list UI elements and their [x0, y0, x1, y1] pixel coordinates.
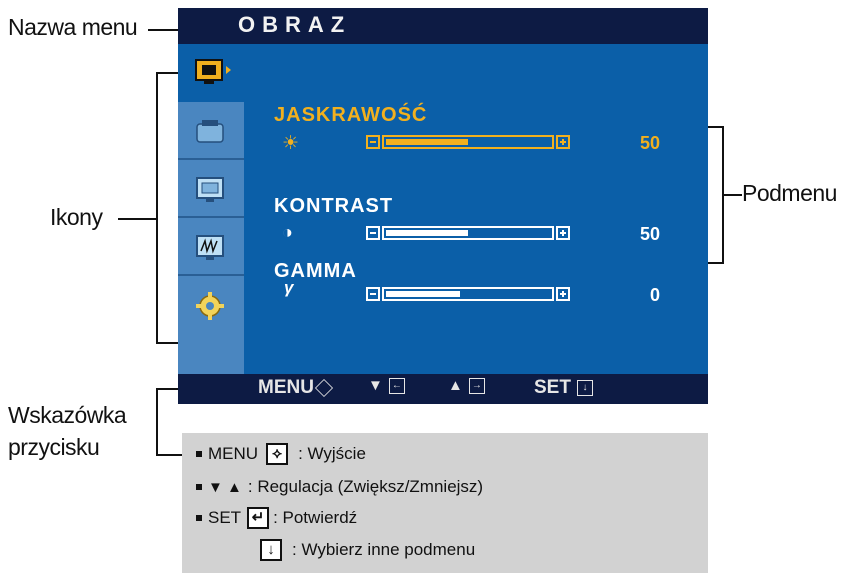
- contrast-icon: ◑: [282, 222, 293, 242]
- brightness-slider-fill: [386, 139, 468, 145]
- contrast-slider-fill: [386, 230, 468, 236]
- footer-down-arrow: ▼: [368, 377, 383, 394]
- down-arrow-box-icon: ↓: [576, 380, 593, 396]
- screen-position-icon[interactable]: [178, 160, 244, 218]
- bullet: [196, 451, 202, 457]
- brightness-value: 50: [639, 133, 660, 153]
- footer-set-hint: SET ↓: [534, 377, 593, 399]
- left-arrow-box-icon: ←: [388, 377, 405, 394]
- footer-up-hint: ▲ →: [448, 377, 485, 394]
- hint-adjust-keys: ▼ ▲: [208, 478, 242, 496]
- button-hint-label-line2: przycisku: [8, 434, 100, 460]
- bullet: [196, 484, 202, 490]
- contrast-value: 50: [639, 224, 660, 244]
- bullet: [196, 515, 202, 521]
- gamma-increase-icon: [556, 287, 570, 301]
- button-hint-label-line1: Wskazówka: [8, 402, 127, 428]
- gamma-slider-track: [382, 287, 554, 301]
- tracking-icon[interactable]: [178, 218, 244, 276]
- icons-bracket-top: [156, 72, 178, 74]
- hint-adjust-text: : Regulacja (Zwiększ/Zmniejsz): [247, 477, 484, 496]
- submenu-leader-line: [722, 194, 742, 196]
- icons-leader-line: [118, 218, 156, 220]
- button-hint-bracket-vertical: [156, 388, 158, 456]
- brightness-decrease-icon: [366, 135, 380, 149]
- hint-row-menu: MENU ⟡ : Wyjście: [196, 443, 366, 465]
- hint-row-set: SET ↵ : Potwierdź: [196, 507, 357, 529]
- footer-up-arrow: ▲: [448, 377, 463, 394]
- footer-menu-hint: MENU: [258, 377, 334, 399]
- submenu-title-contrast: KONTRAST: [274, 195, 394, 217]
- button-hint-bracket-top: [156, 388, 178, 390]
- exit-icon: [314, 378, 334, 398]
- osd-menu-title: OBRAZ: [238, 12, 352, 37]
- brightness-slider-track: [382, 135, 554, 149]
- hint-menu-text: : Wyjście: [298, 444, 366, 463]
- menu-name-label: Nazwa menu: [8, 14, 138, 40]
- osd-title-bar: OBRAZ: [178, 8, 708, 44]
- menu-name-leader-line: [148, 29, 178, 31]
- osd-window: OBRAZ JASKRAWOŚĆ ☀ 50 KONTRAST ◑ 50 GAMM…: [178, 8, 708, 404]
- footer-set-label: SET: [534, 377, 571, 398]
- exit-key-icon: ⟡: [266, 443, 289, 465]
- hint-set-text: : Potwierdź: [273, 508, 358, 527]
- icons-bracket-bottom: [156, 342, 178, 344]
- gear-icon[interactable]: [178, 276, 244, 334]
- hint-next-text: : Wybierz inne podmenu: [292, 540, 476, 559]
- hint-set-key: SET: [208, 508, 242, 527]
- footer-menu-label: MENU: [258, 377, 314, 398]
- icons-bracket-vertical: [156, 72, 158, 344]
- brightness-increase-icon: [556, 135, 570, 149]
- osd-icon-column: [178, 44, 244, 374]
- gamma-decrease-icon: [366, 287, 380, 301]
- button-hint-legend: MENU ⟡ : Wyjście ▼ ▲ : Regulacja (Zwięks…: [182, 433, 708, 573]
- contrast-slider-track: [382, 226, 554, 240]
- contrast-decrease-icon: [366, 226, 380, 240]
- button-hint-bracket-bottom: [156, 454, 182, 456]
- hint-row-adjust: ▼ ▲ : Regulacja (Zwiększ/Zmniejsz): [196, 477, 483, 497]
- right-arrow-box-icon: →: [468, 377, 485, 394]
- icons-label: Ikony: [50, 204, 103, 230]
- gamma-slider-fill: [386, 291, 460, 297]
- footer-down-hint: ▼ ←: [368, 377, 405, 394]
- sun-icon: ☀: [282, 133, 300, 154]
- enter-key-icon: ↵: [247, 507, 270, 529]
- monitor-picture-icon[interactable]: [178, 44, 244, 102]
- hint-menu-key: MENU: [208, 444, 259, 463]
- hint-row-next-submenu: ↓ : Wybierz inne podmenu: [256, 539, 475, 561]
- osd-button-hint-bar: MENU ▼ ← ▲ → SET ↓: [178, 374, 708, 404]
- submenu-label: Podmenu: [742, 180, 837, 206]
- contrast-increase-icon: [556, 226, 570, 240]
- picture-settings-icon[interactable]: [178, 102, 244, 160]
- gamma-value: 0: [649, 285, 660, 305]
- gamma-icon: γ: [284, 278, 294, 297]
- submenu-title-brightness: JASKRAWOŚĆ: [274, 104, 428, 126]
- down-key-icon: ↓: [260, 539, 282, 561]
